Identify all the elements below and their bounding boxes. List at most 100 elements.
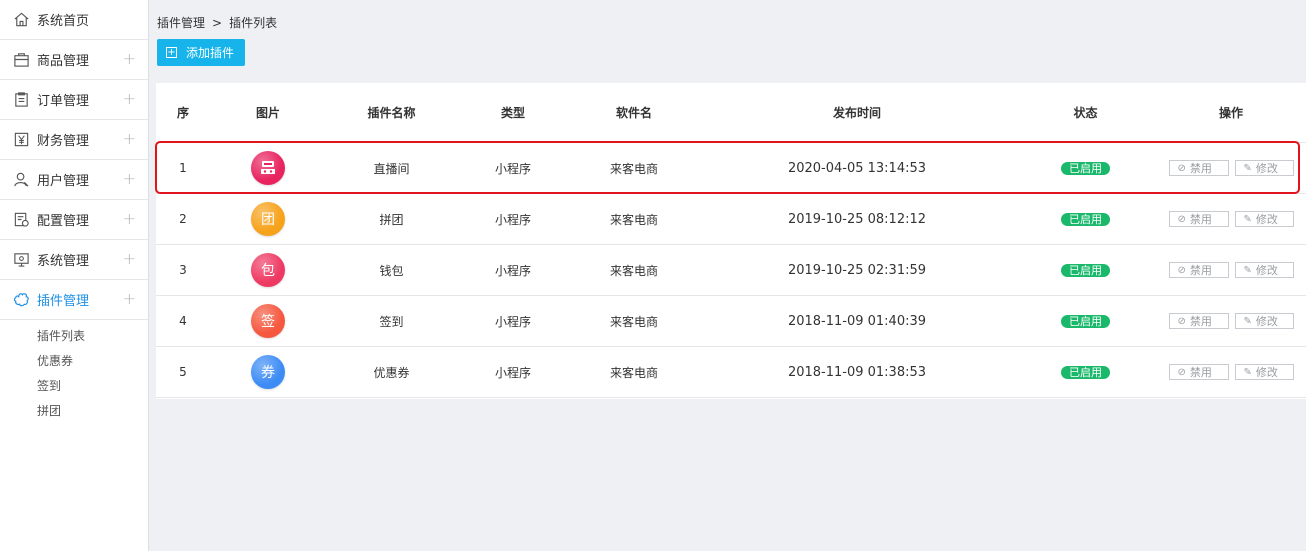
expand-plus-icon[interactable]: + — [123, 291, 136, 307]
column-header: 序 — [176, 106, 189, 120]
edit-icon: ✎ — [1243, 366, 1252, 378]
coupon-icon: 券 — [251, 355, 285, 389]
ban-icon: ⊘ — [1177, 264, 1186, 276]
column-header: 状态 — [1073, 106, 1098, 120]
row-image: 券 — [210, 355, 326, 389]
clipboard-icon — [12, 91, 30, 109]
status-cell: 已启用 — [1015, 365, 1156, 379]
sidebar-item-3[interactable]: 财务管理 + — [0, 120, 148, 160]
table-header: 序 图片 插件名称 类型 软件名 发布时间 状态 操作 — [156, 83, 1306, 143]
edit-icon: ✎ — [1243, 264, 1252, 276]
software-name: 来客电商 — [609, 212, 658, 227]
submenu-item-2[interactable]: 签到 — [0, 374, 148, 399]
disable-button[interactable]: ⊘ 禁用 — [1168, 160, 1229, 176]
row-index: 5 — [179, 365, 187, 379]
edit-button[interactable]: ✎ 修改 — [1234, 160, 1294, 176]
plugin-table: 序图片 插件名称 类型 软件名 发布时间 状态 操作 1 直播间 小程序 来客电商 2020-04-… — [156, 83, 1306, 399]
user-icon — [12, 171, 30, 189]
row-index: 3 — [179, 263, 187, 277]
status-cell: 已启用 — [1015, 314, 1156, 328]
sidebar-item-7[interactable]: 插件管理 + — [0, 280, 148, 320]
submenu-item-3[interactable]: 拼团 — [0, 399, 148, 424]
disable-label: 禁用 — [1189, 162, 1212, 175]
plugin-name: 优惠券 — [373, 365, 410, 380]
ban-icon: ⊘ — [1177, 315, 1186, 327]
edit-button[interactable]: ✎ 修改 — [1234, 262, 1294, 278]
column-header: 发布时间 — [832, 106, 881, 120]
actions-cell: ⊘ 禁用 ✎ 修改 — [1156, 262, 1306, 278]
status-badge: 已启用 — [1061, 365, 1110, 379]
status-badge: 已启用 — [1061, 263, 1110, 277]
add-plugin-label: 添加插件 — [186, 46, 235, 60]
sidebar-item-0[interactable]: 系统首页 — [0, 0, 148, 40]
table-row: 1 直播间 小程序 来客电商 2020-04-05 13:14:53 已启用 ⊘ 禁用 ✎ 修改 — [156, 143, 1306, 194]
expand-plus-icon[interactable]: + — [123, 51, 136, 67]
table-row: 2 团 拼团 小程序 来客电商 2019-10-25 08:12:12 已启用 ⊘ 禁用 ✎ 修改 — [156, 194, 1306, 245]
plugin-type: 小程序 — [494, 314, 531, 329]
expand-plus-icon[interactable]: + — [123, 211, 136, 227]
disable-label: 禁用 — [1189, 213, 1212, 226]
sidebar-item-label: 订单管理 — [37, 94, 90, 109]
sidebar-item-label: 配置管理 — [37, 214, 90, 229]
sidebar: 系统首页 商品管理 + 订单管理 + 财务管理 + 用户管理 + 配置管理 + 系统管理 + 插件管理 + … — [0, 0, 149, 551]
wallet-icon: 包 — [251, 253, 285, 287]
home-icon — [12, 11, 30, 29]
edit-button[interactable]: ✎ 修改 — [1234, 313, 1294, 329]
sidebar-item-2[interactable]: 订单管理 + — [0, 80, 148, 120]
sidebar-item-4[interactable]: 用户管理 + — [0, 160, 148, 200]
status-badge: 已启用 — [1061, 314, 1110, 328]
sign-icon: 签 — [251, 304, 285, 338]
column-header: 类型 — [500, 106, 525, 120]
disable-button[interactable]: ⊘ 禁用 — [1168, 211, 1229, 227]
column-header: 插件名称 — [367, 106, 416, 120]
plugin-type: 小程序 — [494, 263, 531, 278]
expand-plus-icon[interactable]: + — [123, 171, 136, 187]
expand-plus-icon[interactable]: + — [123, 131, 136, 147]
sidebar-item-label: 用户管理 — [37, 174, 90, 189]
software-name: 来客电商 — [609, 314, 658, 329]
disable-button[interactable]: ⊘ 禁用 — [1168, 313, 1229, 329]
sidebar-item-label: 系统管理 — [37, 254, 90, 269]
monitor-icon — [12, 251, 30, 269]
status-cell: 已启用 — [1015, 161, 1156, 175]
submenu-item-0[interactable]: 插件列表 — [0, 324, 148, 349]
sidebar-item-label: 插件管理 — [37, 294, 90, 309]
expand-plus-icon[interactable]: + — [123, 91, 136, 107]
status-cell: 已启用 — [1015, 212, 1156, 226]
row-image: 签 — [210, 304, 326, 338]
plugin-type: 小程序 — [494, 161, 531, 176]
column-header: 软件名 — [615, 106, 652, 120]
edit-icon: ✎ — [1243, 315, 1252, 327]
sidebar-item-label: 财务管理 — [37, 134, 90, 149]
add-plugin-button[interactable]: + 添加插件 — [157, 39, 245, 66]
status-badge: 已启用 — [1061, 161, 1110, 175]
expand-plus-icon[interactable]: + — [123, 251, 136, 267]
breadcrumb-parent[interactable]: 插件管理 — [157, 16, 205, 30]
plugin-name: 拼团 — [379, 212, 404, 227]
edit-button[interactable]: ✎ 修改 — [1234, 364, 1294, 380]
actions-cell: ⊘ 禁用 ✎ 修改 — [1156, 160, 1306, 176]
actions-cell: ⊘ 禁用 ✎ 修改 — [1156, 313, 1306, 329]
edit-icon: ✎ — [1243, 213, 1252, 225]
sidebar-item-6[interactable]: 系统管理 + — [0, 240, 148, 280]
sidebar-item-5[interactable]: 配置管理 + — [0, 200, 148, 240]
edit-button[interactable]: ✎ 修改 — [1234, 211, 1294, 227]
sidebar-item-1[interactable]: 商品管理 + — [0, 40, 148, 80]
plugin-name: 钱包 — [379, 263, 404, 278]
puzzle-icon — [12, 291, 30, 309]
edit-label: 修改 — [1255, 162, 1278, 175]
yen-icon — [12, 131, 30, 149]
disable-button[interactable]: ⊘ 禁用 — [1168, 262, 1229, 278]
edit-label: 修改 — [1255, 366, 1278, 379]
disable-button[interactable]: ⊘ 禁用 — [1168, 364, 1229, 380]
edit-label: 修改 — [1255, 213, 1278, 226]
edit-icon: ✎ — [1243, 162, 1252, 174]
breadcrumb-separator: > — [212, 16, 223, 30]
plugin-name: 直播间 — [373, 161, 410, 176]
row-image: 包 — [210, 253, 326, 287]
row-image — [210, 151, 326, 185]
table-row: 5 券 优惠券 小程序 来客电商 2018-11-09 01:38:53 已启用 ⊘ 禁用 ✎ 修改 — [156, 347, 1306, 398]
submenu-item-1[interactable]: 优惠券 — [0, 349, 148, 374]
status-cell: 已启用 — [1015, 263, 1156, 277]
ban-icon: ⊘ — [1177, 366, 1186, 378]
